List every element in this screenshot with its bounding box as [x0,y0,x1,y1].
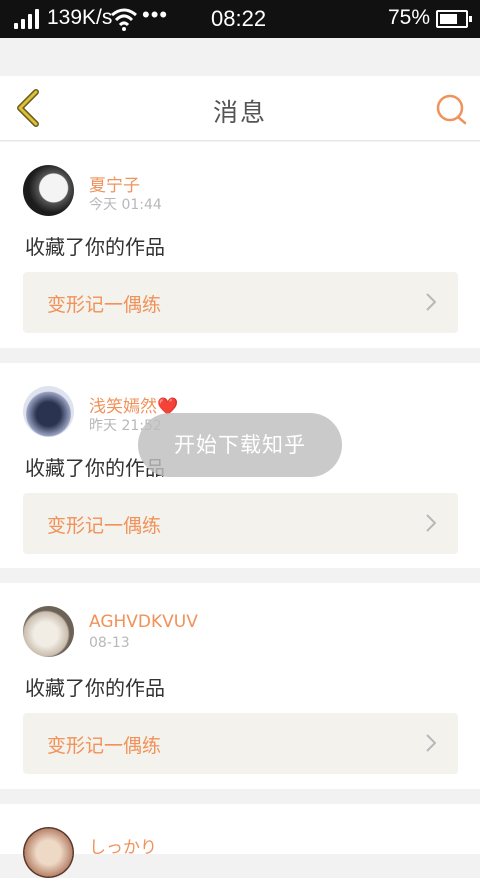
header-bar: 消息 [0,76,480,141]
username[interactable]: 夏宁子 [89,171,140,196]
timestamp: 今天 01:44 [89,197,162,213]
chevron-right-icon [426,734,436,752]
work-link[interactable]: 变形记一偶练 [23,713,458,774]
action-text: 收藏了你的作品 [25,676,165,700]
battery-percent: 75% [388,6,431,29]
more-icon: ••• [142,2,169,27]
message-card: 夏宁子 今天 01:44 收藏了你的作品 变形记一偶练 [0,142,480,348]
avatar[interactable] [23,386,74,437]
work-link[interactable]: 变形记一偶练 [23,272,458,333]
avatar[interactable] [23,165,74,216]
avatar[interactable] [23,827,74,878]
username[interactable]: AGHVDKVUV [89,612,198,632]
chevron-right-icon [426,293,436,311]
timestamp: 08-13 [89,635,130,651]
wifi-icon [111,8,137,31]
message-card: AGHVDKVUV 08-13 收藏了你的作品 变形记一偶练 [0,583,480,789]
work-title: 变形记一偶练 [47,515,162,537]
work-title: 变形记一偶练 [47,735,162,757]
message-card: しっかり [0,804,480,878]
search-icon[interactable] [434,92,468,126]
status-bar: 139K/s ••• 08:22 75% [0,0,480,38]
work-title: 变形记一偶练 [47,294,162,316]
battery-icon [436,10,472,28]
action-text: 收藏了你的作品 [25,235,165,259]
clock: 08:22 [211,6,267,31]
username[interactable]: しっかり [89,833,157,858]
signal-icon [14,9,40,29]
page-title: 消息 [212,98,267,127]
chevron-right-icon [426,514,436,532]
avatar[interactable] [23,606,74,657]
network-speed: 139K/s [47,6,113,29]
toast-message: 开始下载知乎 [138,413,342,477]
work-link[interactable]: 变形记一偶练 [23,493,458,554]
